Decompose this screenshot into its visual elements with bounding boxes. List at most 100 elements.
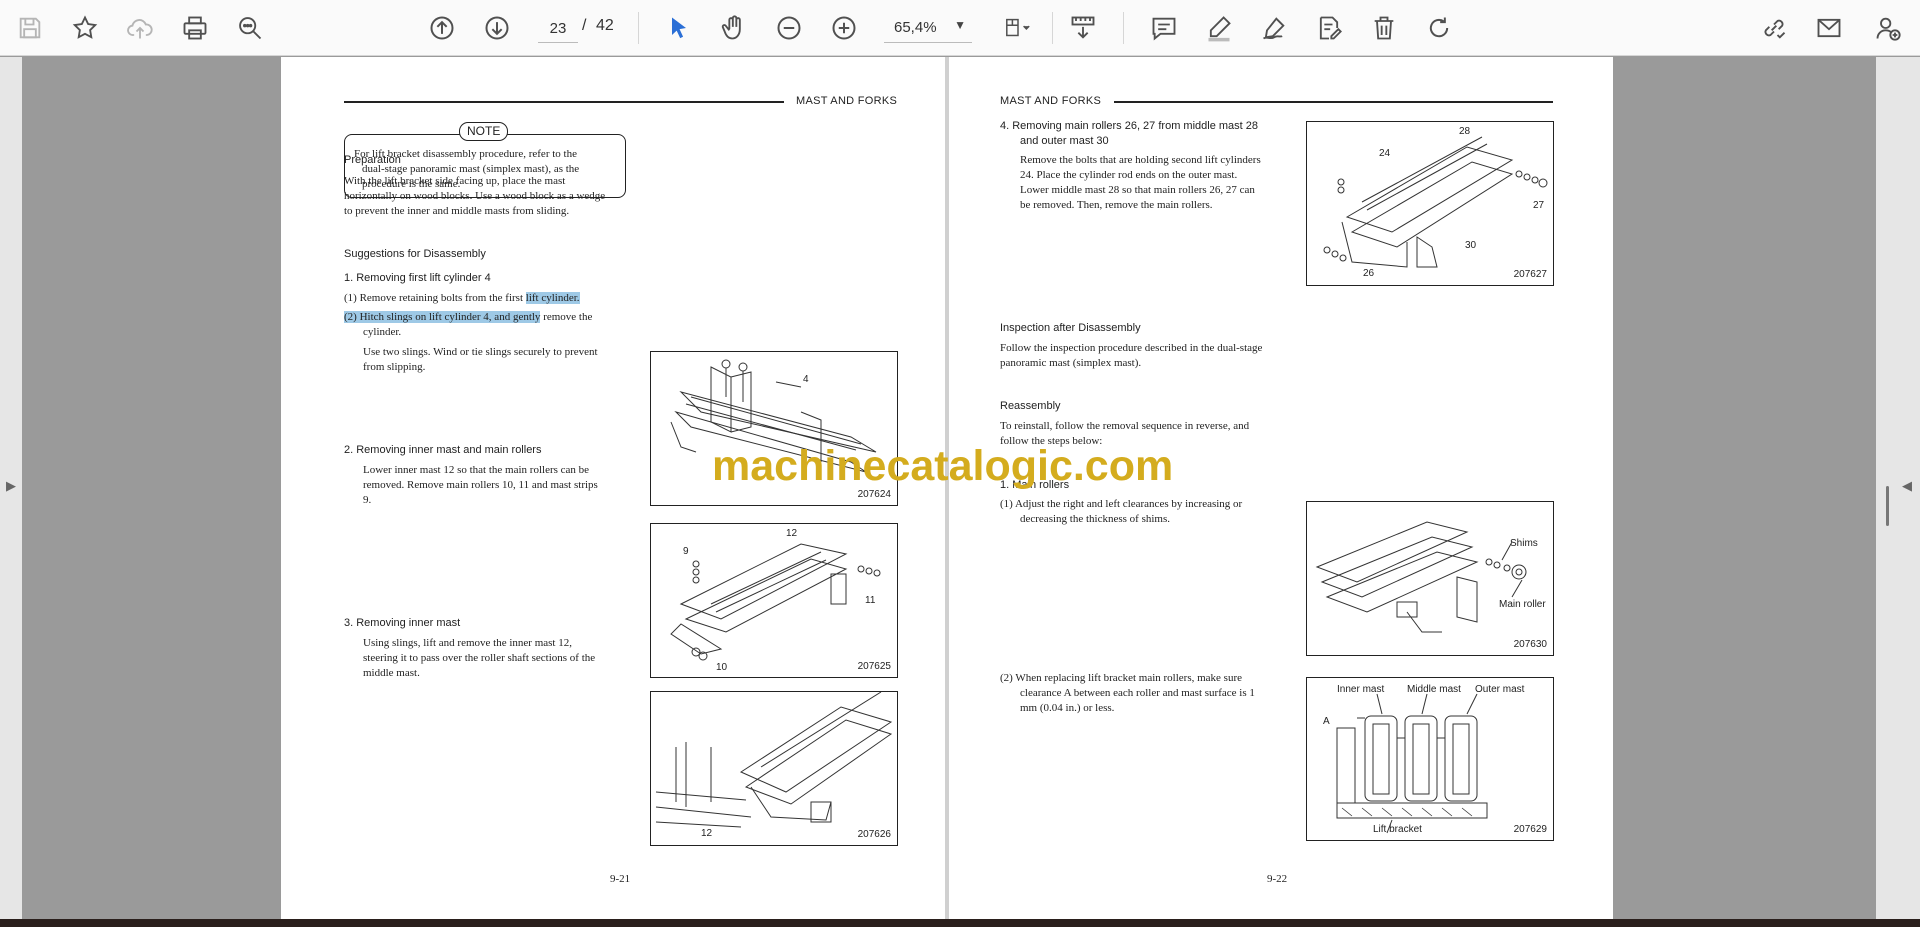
header-rule <box>344 101 784 103</box>
text-line: middle mast. <box>363 667 420 679</box>
bookmark-star-icon[interactable] <box>67 10 103 46</box>
main-rollers-step2: (2) When replacing lift bracket main rol… <box>1000 671 1255 716</box>
figure-callout: 28 <box>1459 126 1471 137</box>
figure-callout: Shims <box>1510 538 1538 549</box>
header-rule <box>1114 101 1553 103</box>
zoom-level-dropdown[interactable]: 65,4% ▼ <box>884 14 972 43</box>
text-line: Remove the bolts that are holding second… <box>1020 154 1261 166</box>
text-line: clearance A between each roller and mast… <box>1020 687 1255 699</box>
page-header: MAST AND FORKS <box>796 95 898 107</box>
text-line: and outer mast 30 <box>1020 135 1109 147</box>
add-user-icon[interactable] <box>1870 10 1906 46</box>
figure-code: 207625 <box>857 661 891 672</box>
page-number: 9-22 <box>1267 873 1288 885</box>
vertical-scrollbar[interactable] <box>1886 486 1889 526</box>
section-title: Preparation <box>344 154 401 166</box>
step2-text: Lower inner mast 12 so that the main rol… <box>363 463 598 508</box>
figure-callout: 26 <box>1363 268 1375 279</box>
page-display-icon[interactable] <box>995 10 1041 46</box>
step-title: 4. Removing main rollers 26, 27 from mid… <box>1000 119 1258 149</box>
page-separator: / <box>582 17 587 34</box>
edit-text-icon[interactable] <box>1311 10 1347 46</box>
figure-callout: Inner mast <box>1337 684 1385 695</box>
hand-tool-icon[interactable] <box>716 10 752 46</box>
step-title: 1. Removing first lift cylinder 4 <box>344 272 491 284</box>
text-line: 24. Place the cylinder rod ends on the o… <box>1020 169 1238 181</box>
redo-rotate-icon[interactable] <box>1421 10 1457 46</box>
figure-code: 207630 <box>1513 639 1547 650</box>
zoom-in-icon[interactable] <box>826 10 862 46</box>
figure-callout: 24 <box>1379 148 1391 159</box>
figure-callout: 4 <box>803 374 809 385</box>
expand-right-panel-icon[interactable]: ◀ <box>1902 478 1912 494</box>
selected-text[interactable]: lift cylinder. <box>525 292 580 304</box>
mast-illustration <box>1323 136 1548 268</box>
comment-icon[interactable] <box>1146 10 1182 46</box>
step-title: 2. Removing inner mast and main rollers <box>344 444 542 456</box>
text-line: Lower middle mast 28 so that main roller… <box>1020 184 1255 196</box>
select-cursor-icon[interactable] <box>661 10 697 46</box>
text-line: mm (0.04 in.) or less. <box>1020 702 1115 714</box>
expand-left-panel-icon[interactable]: ▶ <box>6 478 16 494</box>
page-header: MAST AND FORKS <box>1000 95 1102 107</box>
cloud-upload-icon[interactable] <box>122 10 158 46</box>
previous-page-icon[interactable] <box>424 10 460 46</box>
text-line: (2) When replacing lift bracket main rol… <box>1000 672 1243 684</box>
email-icon[interactable] <box>1811 10 1847 46</box>
text-line: to prevent the inner and middle masts fr… <box>344 205 570 217</box>
text-line: 4. Removing main rollers 26, 27 from mid… <box>1000 120 1258 132</box>
chevron-down-icon: ▼ <box>954 18 966 32</box>
zoom-out-icon[interactable] <box>771 10 807 46</box>
step1-sub1: (1) Remove retaining bolts from the firs… <box>344 291 580 306</box>
figure-callout: Outer mast <box>1475 684 1525 695</box>
next-page-icon[interactable] <box>479 10 515 46</box>
text-line: cylinder. <box>363 326 402 338</box>
text-line: Lower inner mast 12 so that the main rol… <box>363 464 590 476</box>
figure-callout: 11 <box>865 595 876 606</box>
section-title: Suggestions for Disassembly <box>344 248 486 260</box>
step1-note: Use two slings. Wind or tie slings secur… <box>363 345 598 375</box>
section-title: Reassembly <box>1000 400 1061 412</box>
text-line: steering it to pass over the roller shaf… <box>363 652 596 664</box>
note-label: NOTE <box>459 122 509 141</box>
text-line: Using slings, lift and remove the inner … <box>363 637 572 649</box>
print-icon[interactable] <box>177 10 213 46</box>
figure-callout: Main roller <box>1499 599 1546 610</box>
toolbar-divider <box>1123 12 1124 44</box>
share-link-icon[interactable] <box>1756 10 1792 46</box>
mast-illustration <box>655 692 893 828</box>
step4-text: Remove the bolts that are holding second… <box>1020 153 1261 213</box>
delete-trash-icon[interactable] <box>1366 10 1402 46</box>
mast-illustration <box>1315 521 1527 633</box>
selected-text[interactable]: (2) Hitch slings on lift cylinder 4, and… <box>344 311 541 323</box>
figure-callout: 10 <box>716 662 728 673</box>
text-line: decreasing the thickness of shims. <box>1020 513 1170 525</box>
text-line: from slipping. <box>363 361 426 373</box>
text-line: Use two slings. Wind or tie slings secur… <box>363 346 598 358</box>
toolbar-divider <box>638 12 639 44</box>
text-line: (1) Remove retaining bolts from the firs… <box>344 292 526 304</box>
figure-callout: A <box>1323 716 1330 727</box>
figure-shims-main-roller: Shims Main roller 207630 <box>1306 501 1554 656</box>
zoom-search-icon[interactable] <box>232 10 268 46</box>
step-title: 3. Removing inner mast <box>344 617 461 629</box>
current-page-input[interactable] <box>538 14 578 43</box>
text-line: 9. <box>363 494 372 506</box>
section-title: Inspection after Disassembly <box>1000 322 1141 334</box>
figure-inner-mast-rollers: 12 9 11 10 207625 <box>650 523 898 678</box>
draw-pen-icon[interactable] <box>1256 10 1292 46</box>
text-line: With the lift bracket side facing up, pl… <box>344 175 566 187</box>
highlight-pen-icon[interactable] <box>1201 10 1237 46</box>
text-line: To reinstall, follow the removal sequenc… <box>1000 420 1250 432</box>
right-side-rail: ◀ <box>1876 57 1920 919</box>
preparation-text: With the lift bracket side facing up, pl… <box>344 174 605 219</box>
figure-code: 207627 <box>1513 269 1547 280</box>
left-side-rail: ▶ <box>0 57 22 919</box>
text-line: (1) Adjust the right and left clearances… <box>1000 498 1243 510</box>
figure-callout: 12 <box>701 828 713 839</box>
figure-callout: 30 <box>1465 240 1477 251</box>
save-icon[interactable] <box>12 10 48 46</box>
watermark: machinecatalogic.com <box>712 442 1174 490</box>
step3-text: Using slings, lift and remove the inner … <box>363 636 595 681</box>
scroll-mode-icon[interactable] <box>1065 10 1101 46</box>
